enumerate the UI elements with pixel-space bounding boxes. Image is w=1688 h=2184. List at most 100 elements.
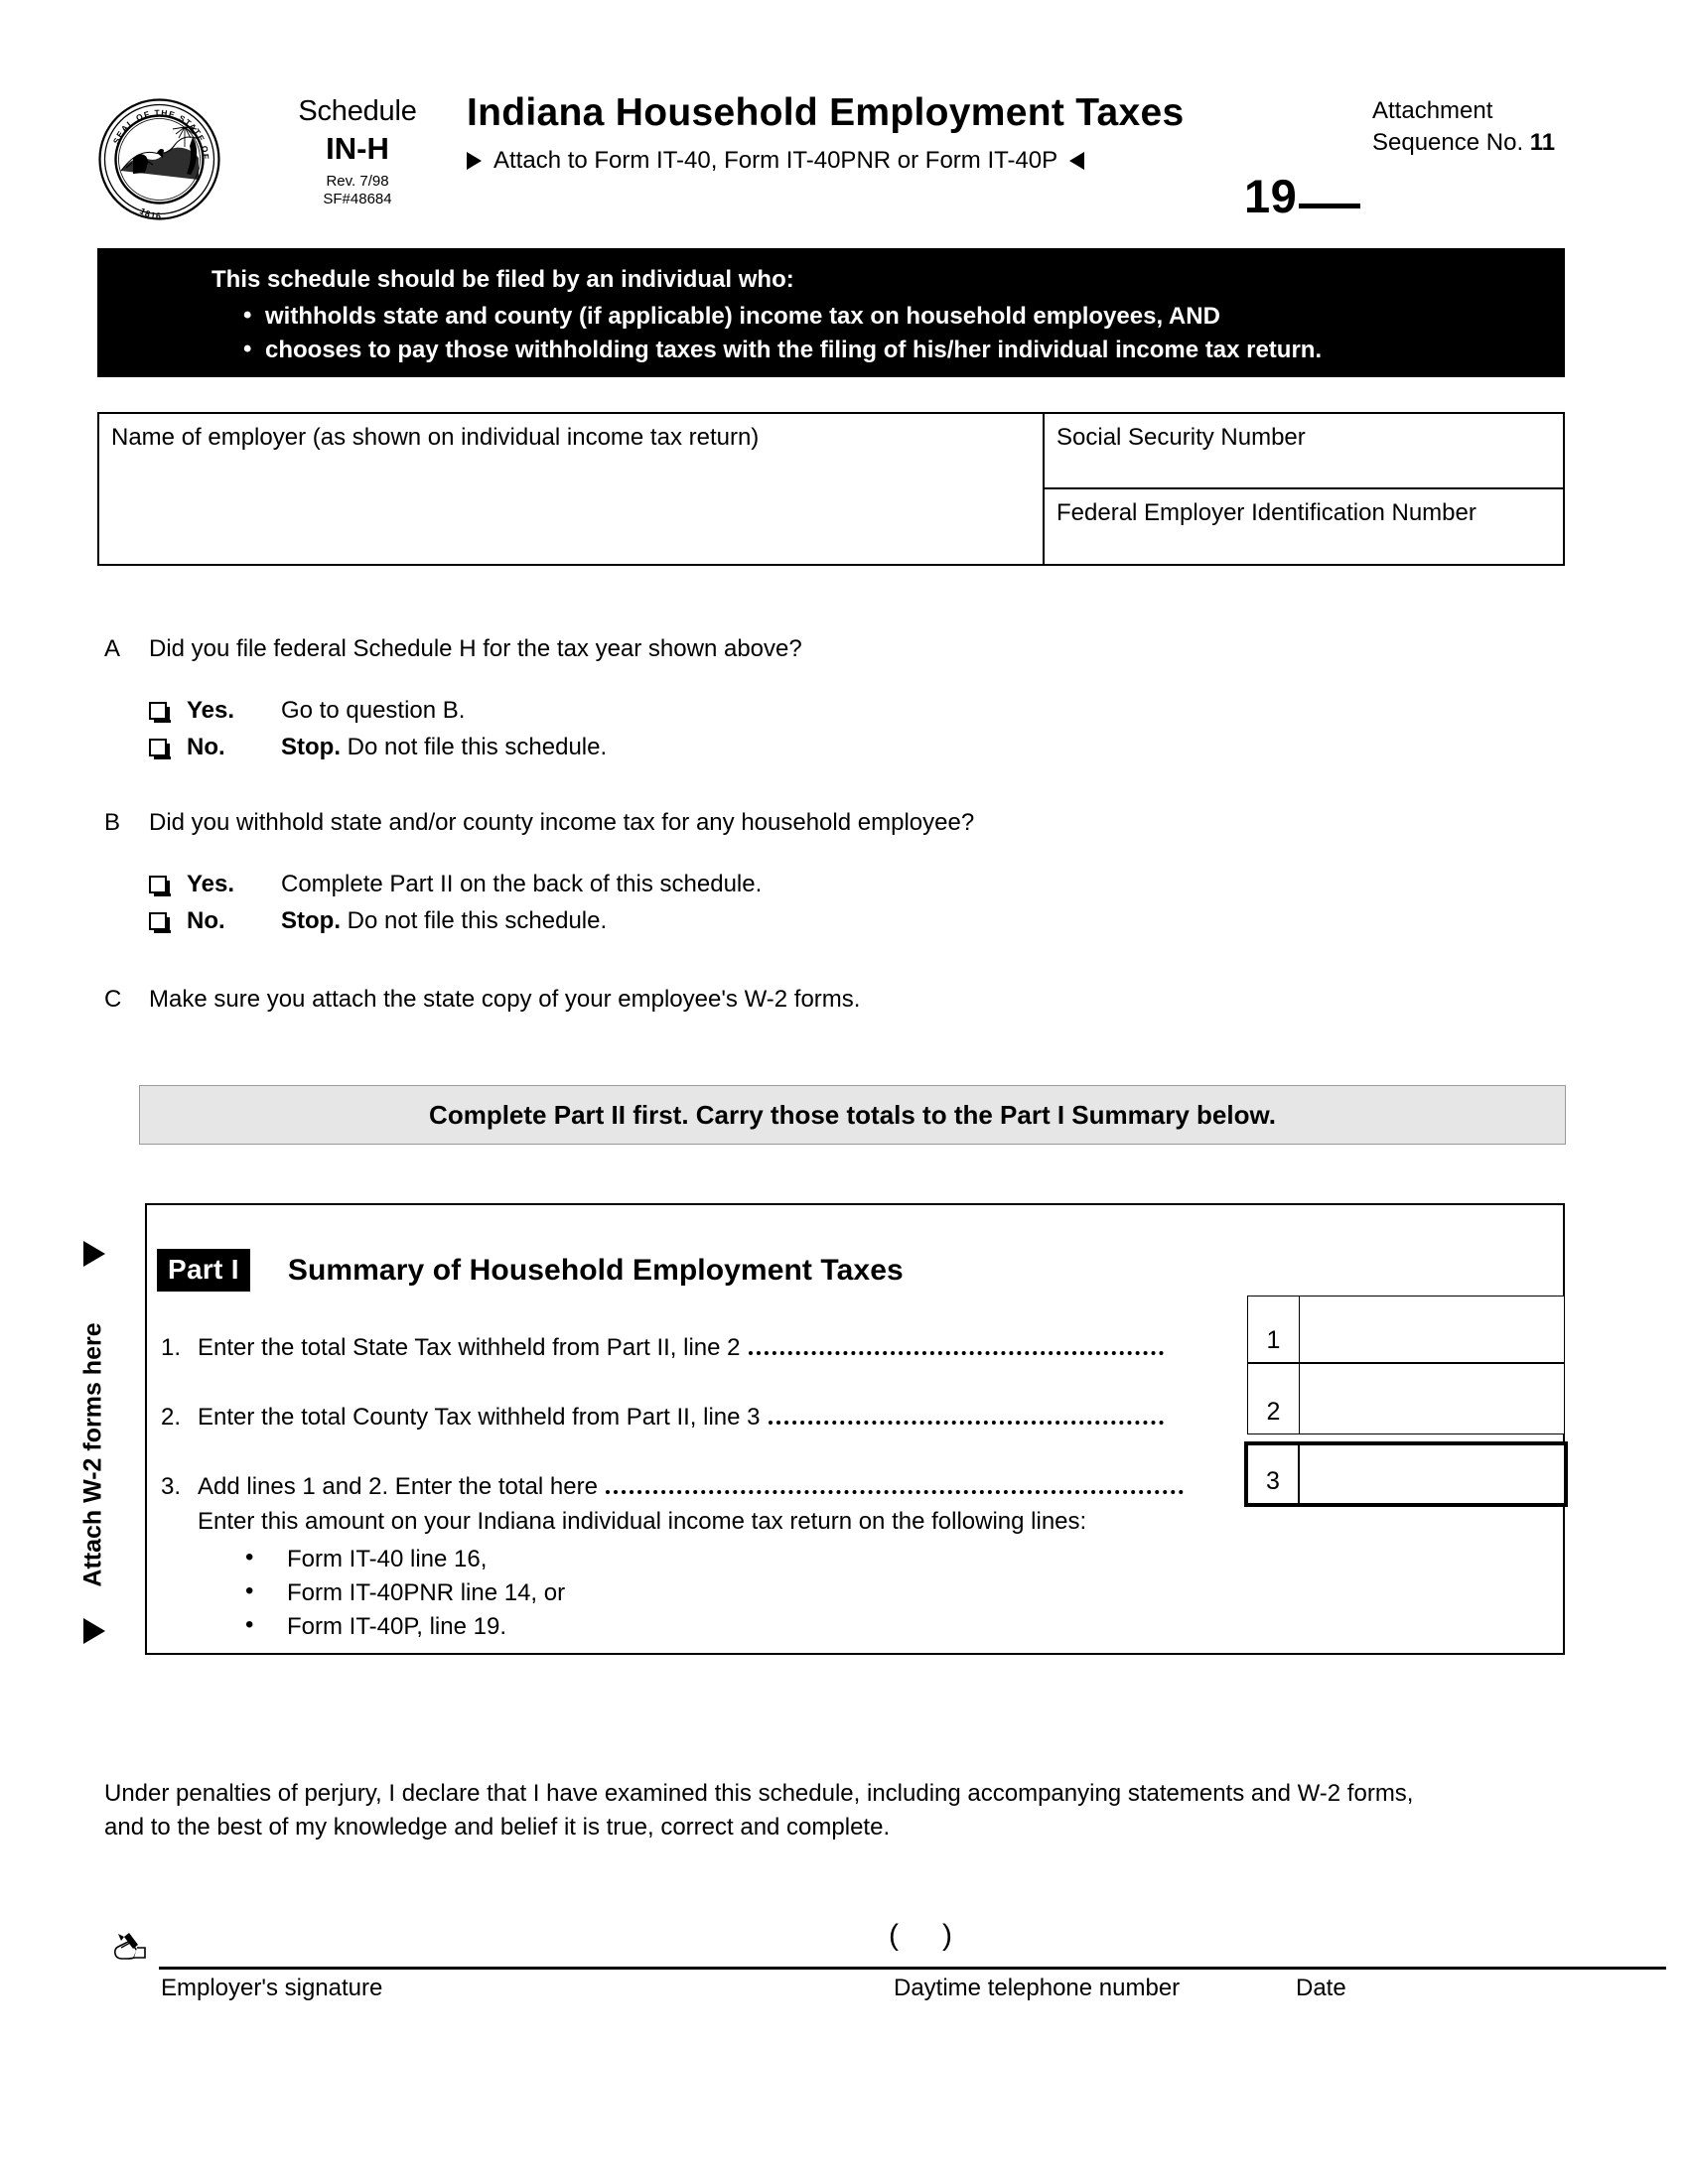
- perjury-line-1: Under penalties of perjury, I declare th…: [104, 1780, 1414, 1807]
- option-stop-text-b: Do not file this schedule.: [341, 907, 608, 934]
- part1-bullet-2: Form IT-40PNR line 14, or: [198, 1577, 565, 1613]
- state-seal-icon: SEAL OF THE STATE OF INDIANA 1816: [93, 89, 221, 221]
- question-a-letter: A: [104, 635, 121, 662]
- option-desc-b-yes: Complete Part II on the back of this sch…: [281, 871, 763, 897]
- area-code-parens[interactable]: (): [889, 1919, 996, 1953]
- part1-sub-note: Enter this amount on your Indiana indivi…: [198, 1508, 1087, 1535]
- taxpayer-identity-table: Name of employer (as shown on individual…: [97, 412, 1565, 566]
- question-a-text: Did you file federal Schedule H for the …: [149, 635, 802, 662]
- question-b-option-yes[interactable]: Yes. Complete Part II on the back of thi…: [149, 871, 762, 907]
- eligibility-bullet-2: chooses to pay those withholding taxes w…: [243, 336, 1565, 364]
- fein-label: Federal Employer Identification Number: [1056, 498, 1477, 526]
- fein-cell[interactable]: Federal Employer Identification Number: [1045, 489, 1563, 565]
- attach-w2-side-text: Attach W-2 forms here: [78, 1321, 107, 1587]
- amount-box-2[interactable]: 2: [1247, 1363, 1565, 1434]
- part1-header: Part I Summary of Household Employment T…: [157, 1249, 904, 1292]
- question-c-letter: C: [104, 986, 122, 1013]
- eligibility-heading: This schedule should be filed by an indi…: [211, 266, 794, 293]
- part1-line-3-text: Add lines 1 and 2. Enter the total here: [198, 1473, 598, 1500]
- schedule-revision: Rev. 7/98: [326, 173, 389, 191]
- attachment-sequence: Attachment Sequence No. 11: [1372, 95, 1555, 160]
- question-a-option-no[interactable]: No. Stop. Do not file this schedule.: [149, 734, 607, 770]
- checkbox-a-no[interactable]: [149, 739, 171, 759]
- amount-box-1-number: 1: [1248, 1297, 1300, 1362]
- checkbox-a-yes[interactable]: [149, 702, 171, 723]
- part1-line-3-number: 3.: [161, 1473, 182, 1500]
- signature-rule: [159, 1967, 1666, 1970]
- question-b-option-no[interactable]: No. Stop. Do not file this schedule.: [149, 907, 762, 944]
- question-b-text: Did you withhold state and/or county inc…: [149, 809, 975, 836]
- identity-numbers-column: Social Security Number Federal Employer …: [1045, 414, 1563, 564]
- option-stop-b: Stop.: [281, 907, 341, 934]
- form-page: SEAL OF THE STATE OF INDIANA 1816 S: [0, 0, 1688, 2184]
- paren-open: (: [889, 1919, 942, 1952]
- checkbox-b-no[interactable]: [149, 912, 171, 933]
- part1-bullet-3: Form IT-40P, line 19.: [198, 1611, 565, 1647]
- signature-area: () Employer's signature Daytime telephon…: [104, 1919, 1666, 2040]
- question-a-option-yes[interactable]: Yes. Go to question B.: [149, 697, 607, 734]
- year-prefix: 19: [1244, 170, 1298, 222]
- option-label-b-no: No.: [187, 907, 225, 934]
- employer-name-label: Name of employer (as shown on individual…: [111, 424, 760, 451]
- part1-title: Summary of Household Employment Taxes: [287, 1253, 904, 1287]
- part1-line-1-number: 1.: [161, 1334, 182, 1361]
- perjury-line-2: and to the best of my knowledge and beli…: [104, 1814, 891, 1842]
- attachment-label: Attachment: [1372, 97, 1493, 124]
- sequence-label: Sequence No.: [1372, 129, 1524, 157]
- sequence-number: 11: [1529, 129, 1556, 157]
- part1-line-2-number: 2.: [161, 1404, 182, 1431]
- attach-instruction-row: Attach to Form IT-40, Form IT-40PNR or F…: [467, 147, 1221, 175]
- part1-line-1-text: Enter the total State Tax withheld from …: [198, 1334, 741, 1361]
- question-b-letter: B: [104, 809, 121, 836]
- option-desc-a-no: Stop. Do not file this schedule.: [281, 734, 607, 761]
- question-b-options: Yes. Complete Part II on the back of thi…: [149, 871, 762, 944]
- attach-w2-side-label: Attach W-2 forms here: [71, 1300, 115, 1608]
- option-desc-a-yes: Go to question B.: [281, 697, 466, 724]
- amount-input-3[interactable]: [1300, 1445, 1564, 1503]
- part1-bullet-list: Form IT-40 line 16, Form IT-40PNR line 1…: [198, 1544, 565, 1647]
- amount-box-3[interactable]: 3: [1244, 1441, 1568, 1507]
- part1-bullet-1: Form IT-40 line 16,: [198, 1544, 565, 1579]
- part1-line-1-leader: [748, 1350, 1164, 1355]
- triangle-right-icon: [467, 152, 482, 170]
- part1-line-2: 2. Enter the total County Tax withheld f…: [161, 1404, 1164, 1432]
- complete-part2-text: Complete Part II first. Carry those tota…: [429, 1099, 1276, 1130]
- phone-caption: Daytime telephone number: [894, 1975, 1181, 2001]
- amount-box-3-number: 3: [1248, 1445, 1300, 1503]
- part1-line-1: 1. Enter the total State Tax withheld fr…: [161, 1334, 1164, 1362]
- perjury-statement: Under penalties of perjury, I declare th…: [104, 1777, 1594, 1844]
- employer-name-cell[interactable]: Name of employer (as shown on individual…: [99, 414, 1045, 564]
- checkbox-b-yes[interactable]: [149, 876, 171, 896]
- ssn-cell[interactable]: Social Security Number: [1045, 414, 1563, 489]
- form-header: SEAL OF THE STATE OF INDIANA 1816 S: [0, 69, 1688, 228]
- hand-with-pen-icon: [104, 1929, 152, 1963]
- option-stop-a: Stop.: [281, 734, 341, 760]
- attach-arrow-bottom-icon: [83, 1618, 105, 1644]
- complete-part2-banner: Complete Part II first. Carry those tota…: [139, 1085, 1566, 1145]
- schedule-code: IN-H: [326, 131, 389, 167]
- title-block: Indiana Household Employment Taxes Attac…: [467, 91, 1221, 175]
- part1-line-2-text: Enter the total County Tax withheld from…: [198, 1404, 761, 1431]
- option-stop-text-a: Do not file this schedule.: [341, 734, 608, 760]
- part1-line-3-leader: [605, 1489, 1184, 1494]
- question-c-text: Make sure you attach the state copy of y…: [149, 986, 861, 1013]
- page-title: Indiana Household Employment Taxes: [467, 91, 1185, 134]
- paren-close: ): [942, 1919, 996, 1952]
- amount-box-2-number: 2: [1248, 1364, 1300, 1433]
- year-blank-underline[interactable]: [1299, 204, 1361, 208]
- amount-box-1[interactable]: 1: [1247, 1296, 1565, 1363]
- eligibility-banner: This schedule should be filed by an indi…: [97, 248, 1565, 377]
- amount-input-2[interactable]: [1300, 1364, 1564, 1433]
- ssn-label: Social Security Number: [1056, 424, 1306, 451]
- option-label-a-yes: Yes.: [187, 697, 235, 724]
- schedule-identifier: Schedule IN-H Rev. 7/98 SF#48684: [278, 95, 437, 208]
- attach-instruction-text: Attach to Form IT-40, Form IT-40PNR or F…: [493, 147, 1058, 174]
- signature-caption: Employer's signature: [161, 1975, 383, 2001]
- schedule-word: Schedule: [298, 95, 417, 127]
- question-a-options: Yes. Go to question B. No. Stop. Do not …: [149, 697, 607, 770]
- schedule-form-number: SF#48684: [323, 190, 392, 207]
- part1-tag: Part I: [157, 1249, 250, 1292]
- triangle-left-icon: [1069, 152, 1085, 170]
- tax-year-field[interactable]: 19: [1244, 169, 1361, 223]
- amount-input-1[interactable]: [1300, 1297, 1564, 1362]
